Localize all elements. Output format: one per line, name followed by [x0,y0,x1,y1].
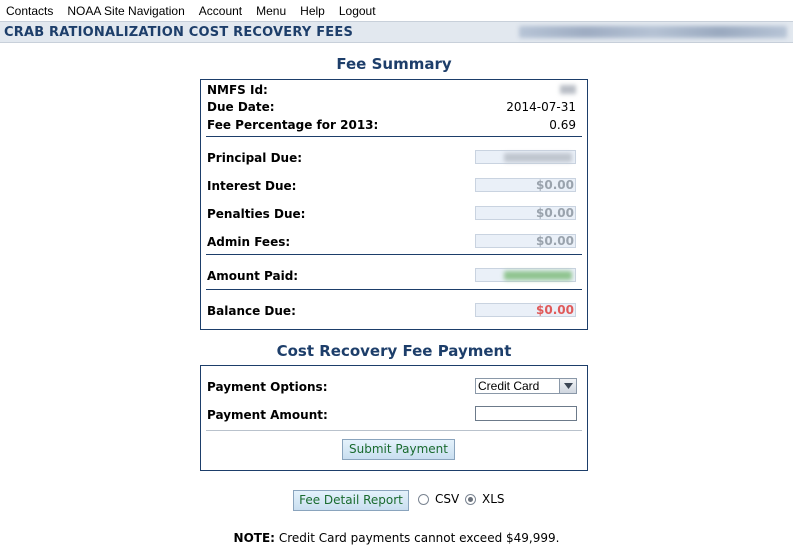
csv-radio[interactable] [418,494,429,505]
xls-radio[interactable] [465,494,476,505]
chevron-down-icon[interactable] [559,379,576,393]
menu-help[interactable]: Help [300,4,325,18]
csv-label: CSV [435,492,460,506]
redacted-amount-paid [504,271,572,280]
nmfs-id-label: NMFS Id: [207,83,268,97]
payment-amount-input[interactable] [475,406,577,421]
due-date-value: 2014-07-31 [506,100,576,114]
balance-due-value: $0.00 [475,303,576,317]
fee-summary-title: Fee Summary [336,55,452,73]
menu-contacts[interactable]: Contacts [6,4,53,18]
penalties-due-label: Penalties Due: [207,207,306,221]
payment-amount-label: Payment Amount: [207,408,328,422]
principal-due-value [475,150,576,164]
payment-note: NOTE: Credit Card payments cannot exceed… [0,531,793,545]
xls-label: XLS [482,492,505,506]
redacted-nmfs-id [560,85,576,94]
payment-box: Payment Options: Credit Card Payment Amo… [200,365,588,471]
penalties-due-value: $0.00 [475,206,576,220]
page-title-bar: CRAB RATIONALIZATION COST RECOVERY FEES [0,21,793,43]
top-menu-bar: Contacts NOAA Site Navigation Account Me… [0,0,793,21]
fee-detail-report-button[interactable]: Fee Detail Report [293,490,409,511]
admin-fees-value: $0.00 [475,234,576,248]
menu-noaa-site-navigation[interactable]: NOAA Site Navigation [67,4,184,18]
amount-paid-label: Amount Paid: [207,269,299,283]
menu-logout[interactable]: Logout [339,4,376,18]
balance-due-label: Balance Due: [207,304,296,318]
divider [206,254,582,255]
redacted-principal-amount [504,153,572,162]
divider [206,136,582,137]
payment-section-title: Cost Recovery Fee Payment [276,342,512,360]
interest-due-label: Interest Due: [207,179,297,193]
amount-paid-value [475,268,576,282]
admin-fees-label: Admin Fees: [207,235,291,249]
divider [206,289,582,290]
redacted-organization-name [519,26,787,38]
note-text: Credit Card payments cannot exceed $49,9… [278,531,560,545]
due-date-label: Due Date: [207,100,275,114]
fee-percentage-value: 0.69 [549,118,576,132]
fee-summary-box: NMFS Id: Due Date: 2014-07-31 Fee Percen… [200,79,588,330]
menu-account[interactable]: Account [199,4,242,18]
submit-payment-button[interactable]: Submit Payment [342,439,455,460]
payment-options-select[interactable]: Credit Card [475,378,577,394]
menu-menu[interactable]: Menu [256,4,286,18]
payment-options-label: Payment Options: [207,380,328,394]
page-title: CRAB RATIONALIZATION COST RECOVERY FEES [4,25,354,40]
divider [206,430,582,431]
note-prefix: NOTE: [233,531,275,545]
payment-options-selected: Credit Card [478,379,540,393]
principal-due-label: Principal Due: [207,151,303,165]
interest-due-value: $0.00 [475,178,576,192]
fee-percentage-label: Fee Percentage for 2013: [207,118,379,132]
